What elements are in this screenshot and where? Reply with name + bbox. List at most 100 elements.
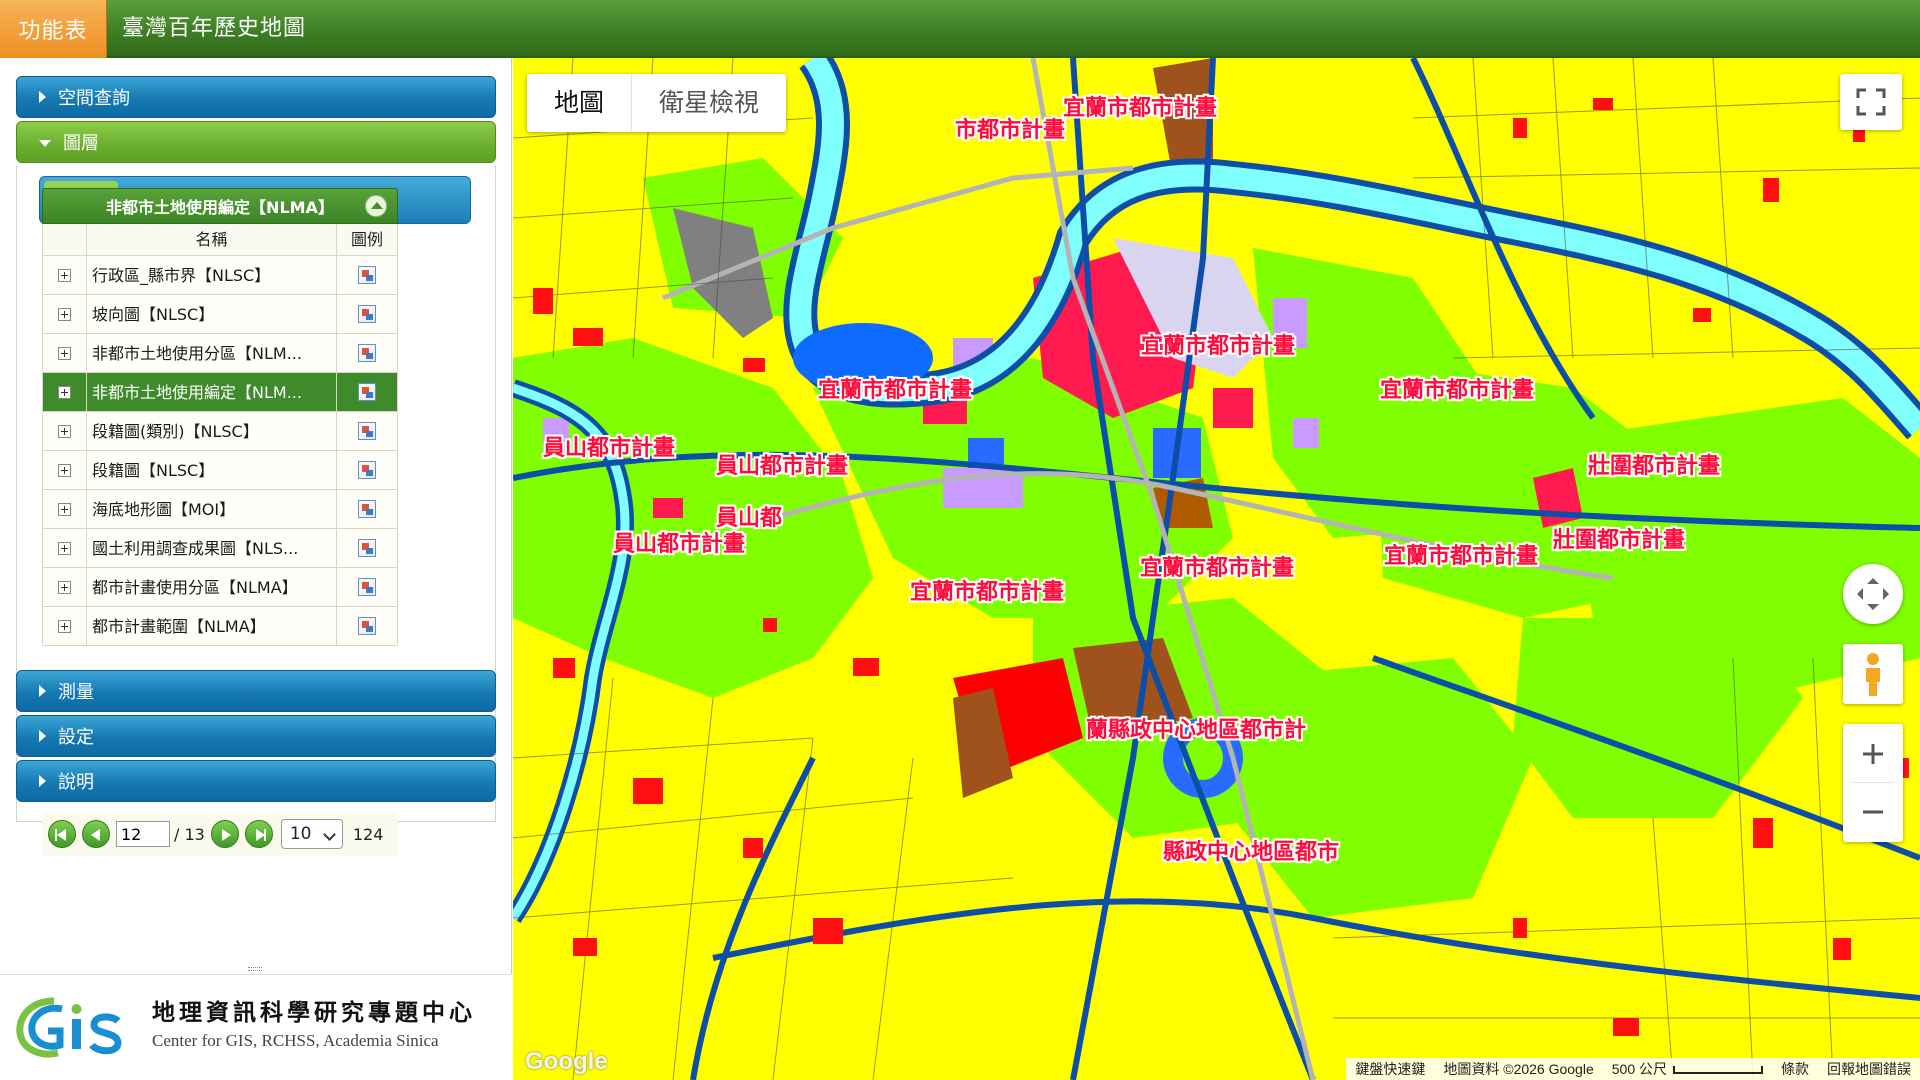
map-label: 宜蘭市都市計畫 xyxy=(818,378,973,403)
expand-plus-icon[interactable] xyxy=(58,502,71,516)
section-spatial-query[interactable]: 空間查詢 xyxy=(16,76,496,118)
first-page-icon[interactable] xyxy=(48,820,76,848)
section-help[interactable]: 說明 xyxy=(16,760,496,802)
expand-plus-icon[interactable] xyxy=(58,541,71,555)
scale-text: 500 公尺 xyxy=(1603,1059,1772,1079)
page-size-select[interactable]: 10 xyxy=(280,819,343,849)
map-label: 員山都市計畫 xyxy=(716,454,849,479)
expand-plus-icon[interactable] xyxy=(58,619,71,633)
zoom-out-icon[interactable] xyxy=(1843,784,1903,842)
map-label: 宜蘭市都市計畫 xyxy=(1063,96,1218,121)
layer-row[interactable]: 段籍圖(類別)【NLSC】 xyxy=(42,412,398,451)
layer-row[interactable]: 段籍圖【NLSC】 xyxy=(42,451,398,490)
report-error-link[interactable]: 回報地圖錯誤 xyxy=(1818,1059,1920,1079)
google-logo: Google xyxy=(525,1048,608,1075)
legend-icon[interactable] xyxy=(358,617,376,635)
map-type-control: 地圖 衛星檢視 xyxy=(527,74,787,132)
map-canvas[interactable]: 地圖 衛星檢視 宜蘭市都市計畫 市都市計畫 宜蘭市都市計畫 宜蘭市都市計畫 宜蘭… xyxy=(513,58,1920,1080)
section-layers[interactable]: 圖層 xyxy=(16,121,496,163)
next-page-icon[interactable] xyxy=(210,820,239,848)
page-size-value: 10 xyxy=(289,824,312,844)
expand-triangle-icon xyxy=(39,775,46,787)
map-label: 宜蘭市都市計畫 xyxy=(1380,378,1535,403)
expand-plus-icon[interactable] xyxy=(58,268,71,282)
expand-plus-icon[interactable] xyxy=(58,307,71,321)
grid-header: 非都市土地使用編定【NLMA】 xyxy=(42,188,398,224)
layer-name: 段籍圖【NLSC】 xyxy=(87,451,337,489)
logo-chinese-name: 地理資訊科學研究專題中心 xyxy=(152,999,476,1026)
map-label: 壯圍都市計畫 xyxy=(1553,528,1686,553)
layer-name: 段籍圖(類別)【NLSC】 xyxy=(87,412,337,450)
map-label: 員山都市計畫 xyxy=(543,436,676,461)
legend-icon[interactable] xyxy=(358,383,376,401)
map-label: 宜蘭市都市計畫 xyxy=(910,580,1065,605)
expand-triangle-icon xyxy=(39,730,46,742)
layer-row-selected[interactable]: 非都市土地使用編定【NLM... xyxy=(42,373,398,412)
zoom-in-icon[interactable] xyxy=(1843,724,1903,782)
section-label: 圖層 xyxy=(63,133,99,154)
layer-row[interactable]: 都市計畫使用分區【NLMA】 xyxy=(42,568,398,607)
legend-icon[interactable] xyxy=(358,305,376,323)
top-bar: 功能表 臺灣百年歷史地圖 xyxy=(0,0,1920,58)
camera-control-icon[interactable] xyxy=(1843,564,1903,624)
section-label: 空間查詢 xyxy=(58,88,130,109)
collapse-icon[interactable] xyxy=(365,195,387,217)
map-type-roadmap[interactable]: 地圖 xyxy=(527,74,631,132)
map-label: 市都市計畫 xyxy=(955,118,1066,143)
expand-plus-icon[interactable] xyxy=(58,463,71,477)
left-panel: 空間查詢 圖層 一般 使用者 線上數化 非都市土地使用編定【NLMA】 名稱 圖… xyxy=(0,58,512,1080)
map-label: 宜蘭市都市計畫 xyxy=(1384,544,1539,569)
layer-row[interactable]: 非都市土地使用分區【NLM... xyxy=(42,334,398,373)
prev-page-icon[interactable] xyxy=(82,820,110,848)
gis-logo-icon xyxy=(16,997,122,1058)
legend-column-header: 圖例 xyxy=(350,230,383,249)
legend-icon[interactable] xyxy=(358,344,376,362)
last-page-icon[interactable] xyxy=(244,820,273,848)
section-label: 設定 xyxy=(58,727,94,748)
layer-grid: 非都市土地使用編定【NLMA】 名稱 圖例 行政區_縣市界【NLSC】 坡向圖【… xyxy=(42,188,398,646)
keyboard-shortcuts-link[interactable]: 鍵盤快速鍵 xyxy=(1346,1059,1434,1079)
grid-column-headers: 名稱 圖例 xyxy=(42,224,398,256)
pegman-icon[interactable] xyxy=(1843,644,1903,704)
layer-name: 坡向圖【NLSC】 xyxy=(87,295,337,333)
total-records: 124 xyxy=(352,824,384,844)
map-label: 蘭縣政中心地區都市計 xyxy=(1086,718,1307,743)
name-column-header: 名稱 xyxy=(87,224,337,255)
map-label: 員山都市計畫 xyxy=(613,532,746,557)
layer-row[interactable]: 都市計畫範圍【NLMA】 xyxy=(42,607,398,646)
map-label: 宜蘭市都市計畫 xyxy=(1140,556,1295,581)
grid-title: 非都市土地使用編定【NLMA】 xyxy=(106,198,334,217)
pager: / 13 10 124 xyxy=(42,812,398,856)
page-number-input[interactable] xyxy=(116,821,170,847)
map-label: 壯圍都市計畫 xyxy=(1588,454,1721,479)
layer-row[interactable]: 海底地形圖【MOI】 xyxy=(42,490,398,529)
section-settings[interactable]: 設定 xyxy=(16,715,496,757)
legend-icon[interactable] xyxy=(358,266,376,284)
legend-icon[interactable] xyxy=(358,461,376,479)
legend-icon[interactable] xyxy=(358,578,376,596)
layer-row[interactable]: 行政區_縣市界【NLSC】 xyxy=(42,256,398,295)
expand-column-header xyxy=(43,224,87,255)
zoom-control xyxy=(1843,724,1903,842)
legend-icon[interactable] xyxy=(358,500,376,518)
expand-triangle-icon xyxy=(39,91,46,103)
fullscreen-icon[interactable] xyxy=(1840,74,1902,130)
map-label: 縣政中心地區都市 xyxy=(1163,840,1340,865)
section-label: 測量 xyxy=(58,682,94,703)
footer-logo: 地理資訊科學研究專題中心 Center for GIS, RCHSS, Acad… xyxy=(0,974,512,1080)
section-measure[interactable]: 測量 xyxy=(16,670,496,712)
layer-name: 非都市土地使用分區【NLM... xyxy=(87,334,337,372)
map-type-satellite[interactable]: 衛星檢視 xyxy=(631,74,786,132)
total-pages: / 13 xyxy=(174,824,205,844)
terms-link[interactable]: 條款 xyxy=(1772,1059,1818,1079)
expand-plus-icon[interactable] xyxy=(58,346,71,360)
panel-resize-handle[interactable] xyxy=(248,967,262,971)
expand-plus-icon[interactable] xyxy=(58,580,71,594)
expand-plus-icon[interactable] xyxy=(58,424,71,438)
layer-row[interactable]: 坡向圖【NLSC】 xyxy=(42,295,398,334)
legend-icon[interactable] xyxy=(358,422,376,440)
layer-row[interactable]: 國土利用調查成果圖【NLS... xyxy=(42,529,398,568)
expand-plus-icon[interactable] xyxy=(58,385,71,399)
legend-icon[interactable] xyxy=(358,539,376,557)
menu-button[interactable]: 功能表 xyxy=(0,0,107,58)
